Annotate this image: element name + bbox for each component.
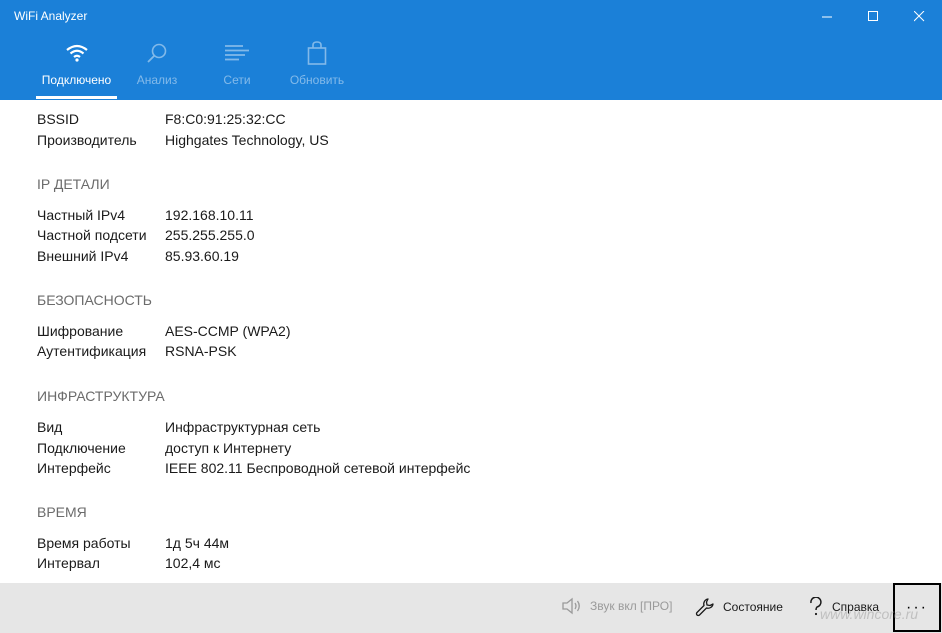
speaker-icon [562,597,582,615]
wifi-icon [65,40,89,66]
app-header: WiFi Analyzer Подключено Анализ Сети Обн… [0,0,942,100]
tab-upgrade[interactable]: Обновить [287,40,347,100]
section-heading-security: БЕЗОПАСНОСТЬ [37,292,152,308]
detail-value: 255.255.255.0 [165,227,255,243]
active-tab-indicator [36,96,117,99]
detail-key: Подключение [37,440,126,456]
status-label: Состояние [723,600,783,614]
tab-analysis[interactable]: Анализ [133,40,181,100]
tab-networks[interactable]: Сети [218,40,256,100]
tab-connected-label: Подключено [41,73,112,87]
detail-value: F8:C0:91:25:32:CC [165,111,286,127]
detail-key: Интерфейс [37,460,111,476]
wrench-icon [695,597,715,617]
shopping-bag-icon [307,40,327,66]
maximize-icon [867,10,878,21]
minimize-icon [821,16,832,17]
detail-value: 85.93.60.19 [165,248,239,264]
detail-value: Highgates Technology, US [165,132,329,148]
command-bar: Звук вкл [ПРО] Состояние Справка [0,583,942,633]
status-button[interactable]: Состояние [695,597,783,617]
detail-value: Инфраструктурная сеть [165,419,321,435]
detail-key: Частной подсети [37,227,147,243]
detail-key: BSSID [37,111,80,127]
detail-value: AES-CCMP (WPA2) [165,323,291,339]
detail-value: доступ к Интернету [165,440,292,456]
detail-key: Интервал [37,555,100,571]
detail-key: Шифрование [37,323,124,339]
detail-key: Производитель [37,132,137,148]
close-button[interactable] [896,0,942,32]
tab-networks-label: Сети [223,73,251,87]
section-heading-ip: IP ДЕТАЛИ [37,176,110,192]
watermark: www.wincore.ru [820,606,919,622]
detail-value: RSNA-PSK [165,343,237,359]
detail-key: Частный IPv4 [37,207,126,223]
minimize-button[interactable] [804,0,850,32]
detail-key: Внешний IPv4 [37,248,129,264]
section-heading-time: ВРЕМЯ [37,504,87,520]
list-icon [225,40,249,66]
detail-value: 1д 5ч 44м [165,535,230,551]
detail-key: Аутентификация [37,343,147,359]
close-icon [913,10,924,21]
detail-key: Вид [37,419,63,435]
detail-value: IEEE 802.11 Беспроводной сетевой интерфе… [165,460,471,476]
tab-connected[interactable]: Подключено [40,40,113,100]
detail-value: 102,4 мс [165,555,221,571]
connection-details: BSSID F8:C0:91:25:32:CC Производитель Hi… [0,100,942,583]
tab-analysis-label: Анализ [136,73,178,87]
detail-key: Время работы [37,535,131,551]
tab-upgrade-label: Обновить [289,73,345,87]
sound-toggle-label: Звук вкл [ПРО] [590,599,673,613]
magnifier-icon [146,40,168,66]
window-title: WiFi Analyzer [14,9,88,23]
sound-toggle-button[interactable]: Звук вкл [ПРО] [562,597,672,615]
detail-value: 192.168.10.11 [165,207,254,223]
section-heading-infrastructure: ИНФРАСТРУКТУРА [37,388,165,404]
maximize-button[interactable] [850,0,896,32]
